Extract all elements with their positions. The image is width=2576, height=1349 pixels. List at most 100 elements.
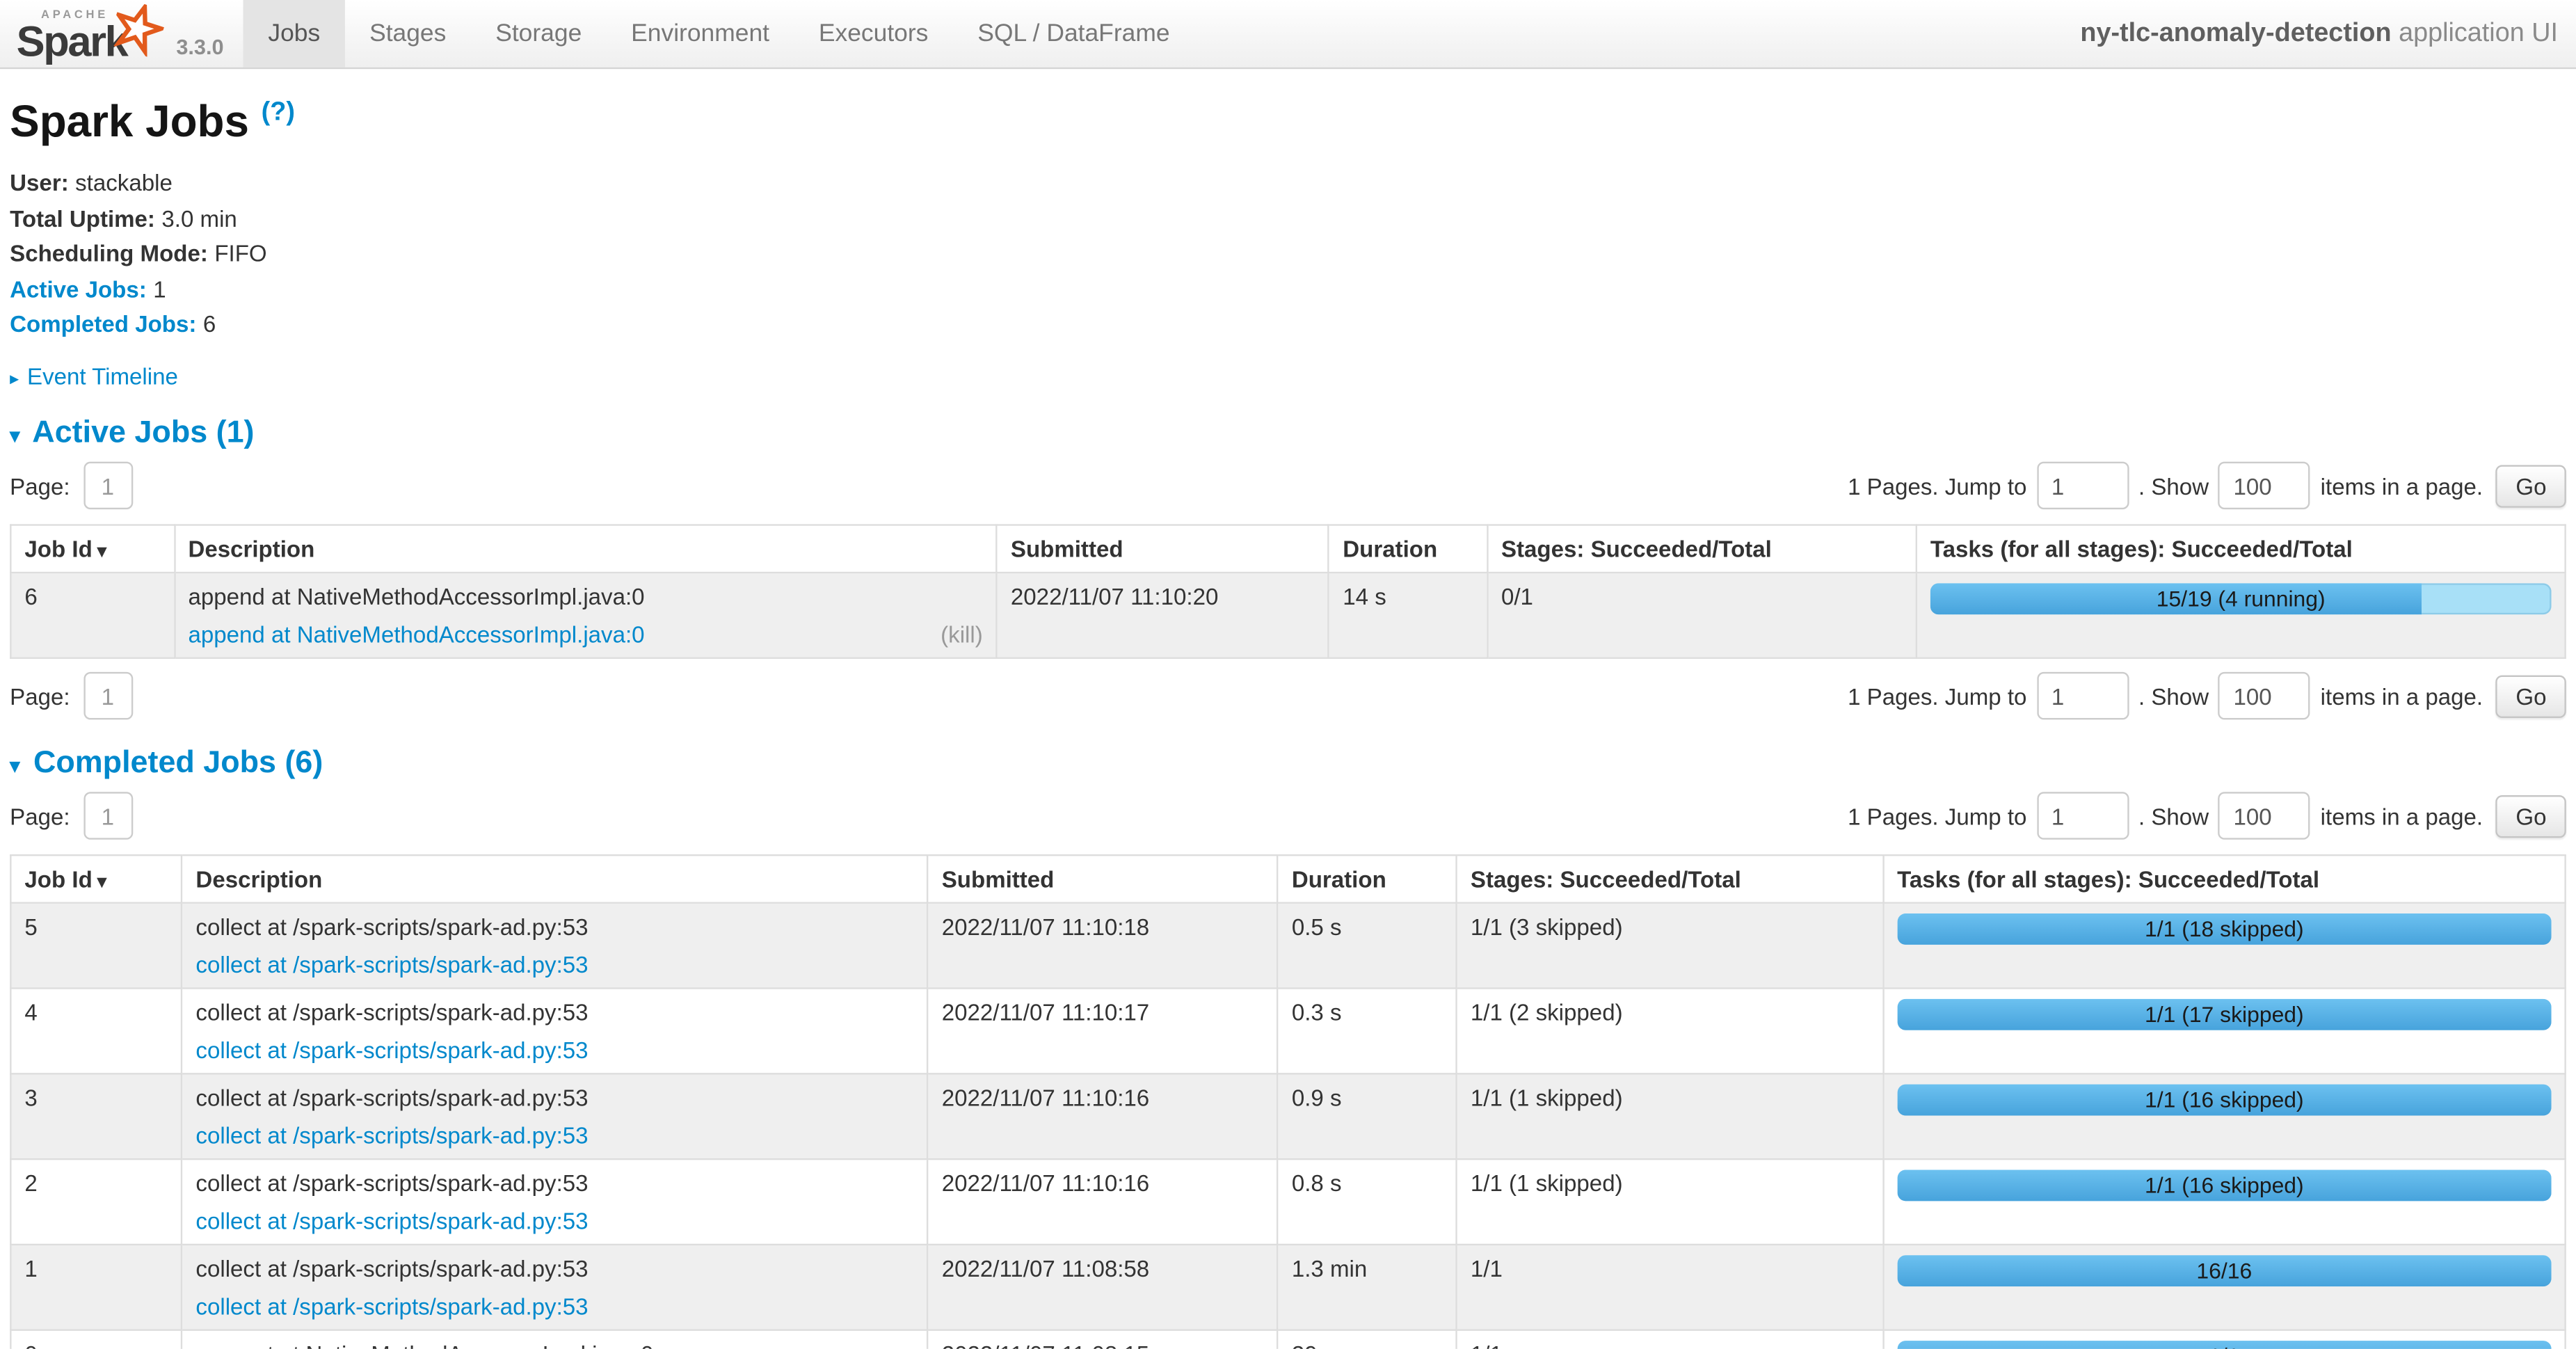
- progress-label: 15/19 (4 running): [1930, 583, 2552, 614]
- job-id-cell: 2: [10, 1159, 182, 1245]
- duration-cell: 39 s: [1278, 1330, 1457, 1349]
- page-number-input[interactable]: [83, 672, 132, 719]
- nav-tab-executors[interactable]: Executors: [794, 0, 952, 67]
- help-link[interactable]: (?): [262, 99, 295, 127]
- event-timeline-toggle[interactable]: ▸Event Timeline: [10, 363, 2566, 390]
- go-button[interactable]: Go: [2496, 674, 2566, 717]
- spark-brand[interactable]: APACHE Spark 3.3.0: [0, 0, 234, 67]
- progress-bar: 15/19 (4 running): [1930, 583, 2552, 614]
- progress-label: 1/1 (16 skipped): [1897, 1085, 2551, 1116]
- col-duration[interactable]: Duration: [1329, 525, 1487, 573]
- nav-tab-environment[interactable]: Environment: [607, 0, 794, 67]
- completed-jobs-count: Completed Jobs:6: [10, 310, 2566, 338]
- job-detail-link[interactable]: collect at /spark-scripts/spark-ad.py:53: [195, 1122, 588, 1149]
- col-tasks[interactable]: Tasks (for all stages): Succeeded/Total: [1917, 525, 2566, 573]
- caret-right-icon: ▸: [10, 369, 19, 389]
- kill-link[interactable]: (kill): [941, 621, 983, 648]
- application-title: ny-tlc-anomaly-detection application UI: [2080, 0, 2558, 67]
- description-cell: append at NativeMethodAccessorImpl.java:…: [174, 573, 996, 658]
- progress-bar: 16/16: [1897, 1255, 2551, 1286]
- tasks-cell: 15/19 (4 running): [1917, 573, 2566, 658]
- completed-jobs-header[interactable]: ▾ Completed Jobs (6): [10, 746, 2566, 782]
- page-title: Spark Jobs (?): [10, 97, 2566, 147]
- job-id-cell: 6: [10, 573, 174, 658]
- nav-tab-jobs[interactable]: Jobs: [243, 0, 345, 67]
- col-description[interactable]: Description: [174, 525, 996, 573]
- jump-to-input[interactable]: [2037, 792, 2129, 839]
- summary-info: User:stackable Total Uptime:3.0 min Sche…: [10, 169, 2566, 338]
- job-detail-link[interactable]: collect at /spark-scripts/spark-ad.py:53: [195, 1037, 588, 1063]
- table-row: 0 parquet at NativeMethodAccessorImpl.ja…: [10, 1330, 2565, 1349]
- col-submitted[interactable]: Submitted: [997, 525, 1329, 573]
- duration-cell: 0.3 s: [1278, 989, 1457, 1074]
- tasks-cell: 1/1 (18 skipped): [1883, 903, 2566, 989]
- col-job-id[interactable]: Job Id▾: [10, 855, 182, 902]
- show-text: . Show: [2138, 683, 2209, 709]
- completed-jobs-link[interactable]: Completed Jobs:: [10, 310, 196, 337]
- uptime-info: Total Uptime:3.0 min: [10, 205, 2566, 232]
- col-stages[interactable]: Stages: Succeeded/Total: [1457, 855, 1883, 902]
- job-detail-link[interactable]: append at NativeMethodAccessorImpl.java:…: [188, 621, 644, 648]
- col-job-id[interactable]: Job Id▾: [10, 525, 174, 573]
- duration-cell: 1.3 min: [1278, 1245, 1457, 1330]
- active-jobs-header[interactable]: ▾ Active Jobs (1): [10, 415, 2566, 452]
- col-description[interactable]: Description: [182, 855, 927, 902]
- stages-cell: 1/1 (1 skipped): [1457, 1159, 1883, 1245]
- progress-label: 1/1 (18 skipped): [1897, 913, 2551, 945]
- spark-logo: APACHE Spark: [17, 10, 127, 63]
- submitted-cell: 2022/11/07 11:10:16: [928, 1073, 1278, 1159]
- show-text: . Show: [2138, 472, 2209, 499]
- col-tasks[interactable]: Tasks (for all stages): Succeeded/Total: [1883, 855, 2566, 902]
- show-count-input[interactable]: [2218, 672, 2310, 719]
- job-id-cell: 1: [10, 1245, 182, 1330]
- submitted-cell: 2022/11/07 11:10:17: [928, 989, 1278, 1074]
- pagination-completed-top: Page: 1 Pages. Jump to . Show items in a…: [10, 792, 2566, 839]
- page-number-input[interactable]: [83, 462, 132, 509]
- table-row: 5 collect at /spark-scripts/spark-ad.py:…: [10, 903, 2565, 989]
- go-button[interactable]: Go: [2496, 464, 2566, 506]
- progress-bar: 1/1 (16 skipped): [1897, 1085, 2551, 1116]
- page-label: Page:: [10, 803, 70, 829]
- tasks-cell: 1/1: [1883, 1330, 2566, 1349]
- pages-text: 1 Pages. Jump to: [1848, 803, 2026, 829]
- show-count-input[interactable]: [2218, 792, 2310, 839]
- page-label: Page:: [10, 472, 70, 499]
- job-id-cell: 5: [10, 903, 182, 989]
- nav-tab-stages[interactable]: Stages: [345, 0, 471, 67]
- tasks-cell: 1/1 (16 skipped): [1883, 1159, 2566, 1245]
- progress-bar: 1/1 (18 skipped): [1897, 913, 2551, 945]
- col-duration[interactable]: Duration: [1278, 855, 1457, 902]
- job-id-cell: 0: [10, 1330, 182, 1349]
- job-id-cell: 3: [10, 1073, 182, 1159]
- job-detail-link[interactable]: collect at /spark-scripts/spark-ad.py:53: [195, 1208, 588, 1234]
- progress-bar: 1/1: [1897, 1341, 2551, 1349]
- page-number-input[interactable]: [83, 792, 132, 839]
- table-header-row: Job Id▾ Description Submitted Duration S…: [10, 525, 2565, 573]
- progress-label: 16/16: [1897, 1255, 2551, 1286]
- page-label: Page:: [10, 683, 70, 709]
- user-info: User:stackable: [10, 169, 2566, 197]
- pagination-active-bottom: Page: 1 Pages. Jump to . Show items in a…: [10, 672, 2566, 719]
- items-text: items in a page.: [2321, 472, 2483, 499]
- pagination-active-top: Page: 1 Pages. Jump to . Show items in a…: [10, 462, 2566, 509]
- nav-tab-storage[interactable]: Storage: [471, 0, 607, 67]
- col-stages[interactable]: Stages: Succeeded/Total: [1487, 525, 1917, 573]
- col-submitted[interactable]: Submitted: [928, 855, 1278, 902]
- jump-to-input[interactable]: [2037, 672, 2129, 719]
- go-button[interactable]: Go: [2496, 795, 2566, 837]
- completed-jobs-table: Job Id▾ Description Submitted Duration S…: [10, 854, 2566, 1349]
- stages-cell: 0/1: [1487, 573, 1917, 658]
- progress-label: 1/1 (16 skipped): [1897, 1170, 2551, 1201]
- duration-cell: 14 s: [1329, 573, 1487, 658]
- nav-tab-sql-dataframe[interactable]: SQL / DataFrame: [953, 0, 1194, 67]
- items-text: items in a page.: [2321, 803, 2483, 829]
- tasks-cell: 1/1 (16 skipped): [1883, 1073, 2566, 1159]
- show-count-input[interactable]: [2218, 462, 2310, 509]
- active-jobs-link[interactable]: Active Jobs:: [10, 276, 147, 302]
- job-detail-link[interactable]: collect at /spark-scripts/spark-ad.py:53: [195, 951, 588, 977]
- jump-to-input[interactable]: [2037, 462, 2129, 509]
- submitted-cell: 2022/11/07 11:08:15: [928, 1330, 1278, 1349]
- submitted-cell: 2022/11/07 11:10:16: [928, 1159, 1278, 1245]
- description-cell: collect at /spark-scripts/spark-ad.py:53…: [182, 989, 927, 1074]
- job-detail-link[interactable]: collect at /spark-scripts/spark-ad.py:53: [195, 1293, 588, 1320]
